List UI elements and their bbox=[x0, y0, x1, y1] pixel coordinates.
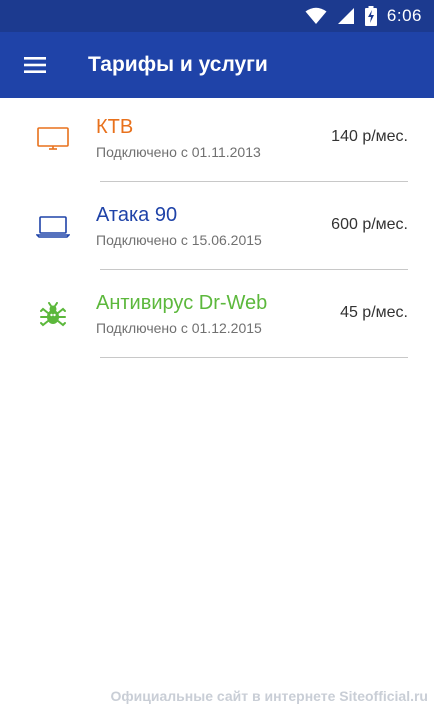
service-name: КТВ bbox=[96, 116, 134, 138]
battery-charging-icon bbox=[364, 6, 377, 26]
service-connected-date: Подключено с 15.06.2015 bbox=[96, 232, 262, 248]
service-connected-date: Подключено с 01.12.2015 bbox=[96, 320, 262, 336]
status-time: 6:06 bbox=[386, 6, 422, 25]
service-item-ataka-90[interactable]: Атака 90 Подключено с 15.06.2015 600 р/м… bbox=[0, 186, 434, 274]
watermark: Официальные сайт в интернете Siteofficia… bbox=[110, 688, 428, 704]
status-bar: 6:06 bbox=[0, 0, 434, 32]
service-item-ktv[interactable]: КТВ Подключено с 01.11.2013 140 р/мес. bbox=[0, 98, 434, 186]
services-list: КТВ Подключено с 01.11.2013 140 р/мес. А… bbox=[0, 98, 434, 362]
divider bbox=[100, 181, 408, 182]
app-bar: Тарифы и услуги bbox=[0, 32, 434, 98]
service-name: Антивирус Dr-Web bbox=[96, 292, 268, 314]
menu-button[interactable] bbox=[0, 32, 70, 98]
page-title: Тарифы и услуги bbox=[88, 53, 268, 76]
spider-icon bbox=[36, 302, 70, 328]
wifi-icon bbox=[305, 7, 327, 25]
hamburger-menu-icon bbox=[24, 57, 46, 73]
service-price: 140 р/мес. bbox=[331, 128, 408, 145]
divider bbox=[100, 357, 408, 358]
divider bbox=[100, 269, 408, 270]
laptop-icon bbox=[36, 214, 70, 240]
signal-icon bbox=[337, 7, 355, 25]
service-connected-date: Подключено с 01.11.2013 bbox=[96, 144, 261, 160]
service-name: Атака 90 bbox=[96, 204, 178, 226]
screen: 6:06 Тарифы и услуги КТВ Подключено с 01… bbox=[0, 0, 434, 710]
tv-icon bbox=[36, 126, 70, 152]
service-price: 600 р/мес. bbox=[331, 216, 408, 233]
service-item-antivirus-drweb[interactable]: Антивирус Dr-Web Подключено с 01.12.2015… bbox=[0, 274, 434, 362]
service-price: 45 р/мес. bbox=[340, 304, 408, 321]
